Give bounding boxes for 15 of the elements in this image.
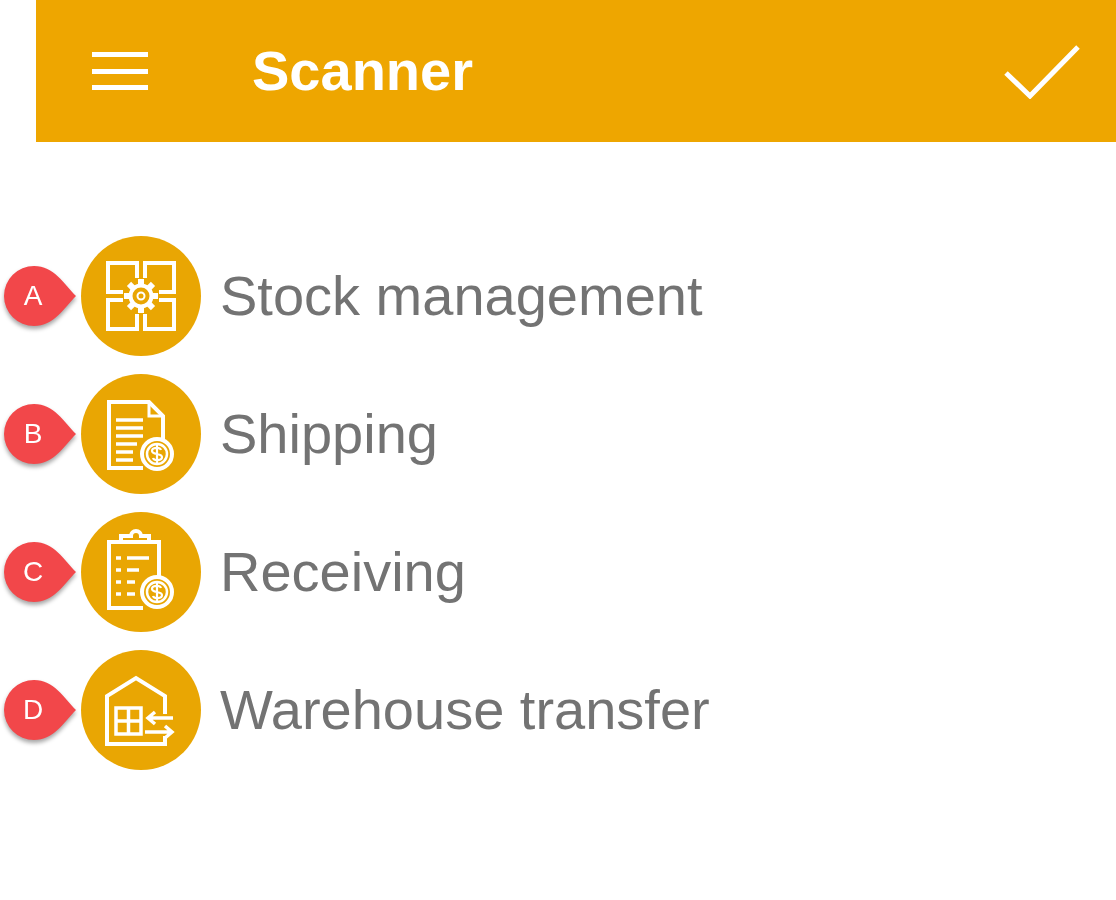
clipboard-dollar-icon [81, 512, 201, 632]
menu-item[interactable]: Receiving [81, 512, 466, 632]
callout-marker: B [2, 404, 76, 464]
app-title: Scanner [252, 43, 473, 99]
callout-marker: A [2, 266, 76, 326]
menu-item[interactable]: Stock management [81, 236, 703, 356]
menu-item[interactable]: Warehouse transfer [81, 650, 710, 770]
check-icon[interactable] [1004, 43, 1080, 99]
menu-item[interactable]: Shipping [81, 374, 438, 494]
house-arrows-icon [81, 650, 201, 770]
callout-marker: D [2, 680, 76, 740]
gear-frame-icon [81, 236, 201, 356]
document-dollar-icon [81, 374, 201, 494]
callout-marker: C [2, 542, 76, 602]
menu-icon[interactable] [92, 52, 148, 90]
